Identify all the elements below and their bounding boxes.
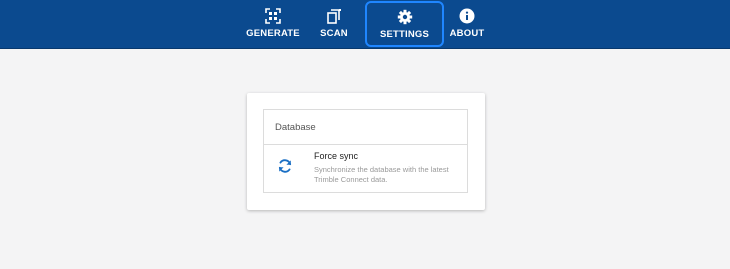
force-sync-item[interactable]: Force sync Synchronize the database with…: [264, 145, 467, 193]
gear-icon: [397, 9, 413, 25]
settings-card: Database Force sync Synchronize the data…: [247, 93, 485, 210]
force-sync-title: Force sync: [314, 151, 359, 161]
tab-generate[interactable]: GENERATE: [244, 0, 302, 48]
tab-settings[interactable]: SETTINGS: [365, 1, 444, 47]
scan-icon: [326, 8, 342, 24]
top-navigation-bar: GENERATE SCAN SETTINGS ABOUT: [0, 0, 730, 49]
tab-about[interactable]: ABOUT: [448, 0, 486, 48]
info-icon: [459, 8, 475, 24]
tab-generate-label: GENERATE: [246, 28, 300, 39]
tab-settings-label: SETTINGS: [379, 29, 430, 40]
tab-scan[interactable]: SCAN: [314, 0, 354, 48]
force-sync-description: Synchronize the database with the latest…: [314, 165, 449, 184]
tab-scan-label: SCAN: [320, 28, 348, 39]
database-section-header: Database: [264, 110, 467, 145]
sync-icon: [277, 158, 293, 174]
tab-about-label: ABOUT: [449, 28, 485, 39]
database-panel: Database Force sync Synchronize the data…: [263, 109, 468, 193]
qr-code-icon: [265, 8, 281, 24]
